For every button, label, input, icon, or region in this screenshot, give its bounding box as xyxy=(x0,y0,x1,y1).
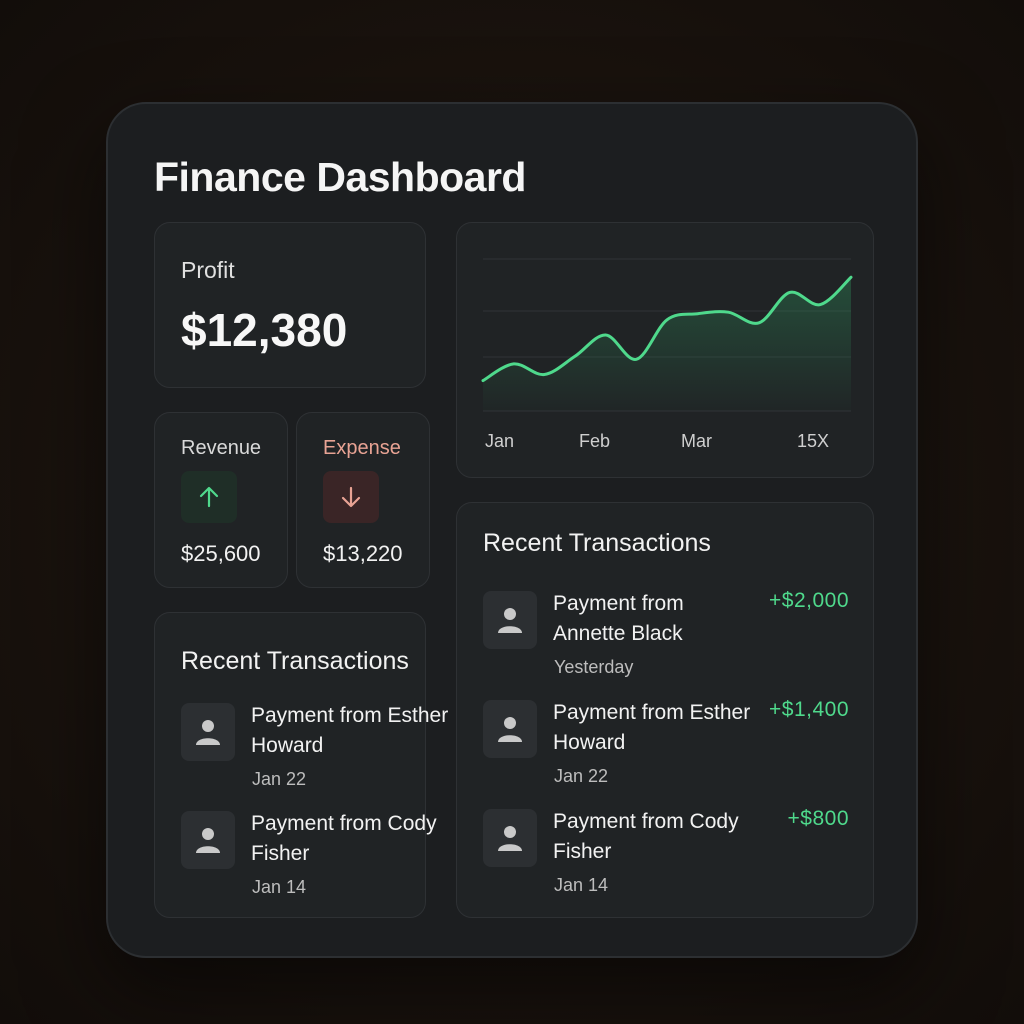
avatar xyxy=(483,591,537,649)
transaction-date: Yesterday xyxy=(554,657,634,677)
avatar xyxy=(181,703,235,761)
transaction-date: Jan 22 xyxy=(252,769,307,789)
arrow-down-icon xyxy=(323,471,379,523)
expense-amount: $13,220 xyxy=(323,541,403,566)
section-title: Recent Transactions xyxy=(181,647,409,675)
expense-card[interactable]: Expense $13,220 xyxy=(296,412,430,588)
profit-value: $12,380 xyxy=(181,304,348,356)
revenue-card[interactable]: Revenue $25,600 xyxy=(154,412,288,588)
x-tick-label: 15X xyxy=(797,431,830,451)
profit-label: Profit xyxy=(181,257,235,283)
expense-label: Expense xyxy=(323,437,401,459)
avatar xyxy=(483,809,537,867)
transaction-name: Payment from Cody Fisher xyxy=(553,810,739,863)
arrow-up-icon xyxy=(181,471,237,523)
x-tick-label: Jan xyxy=(485,431,515,451)
revenue-chart[interactable]: Jan Feb Mar 15X xyxy=(456,222,874,478)
transaction-amount: +$800 xyxy=(787,807,849,830)
avatar xyxy=(181,811,235,869)
section-title: Recent Transactions xyxy=(483,529,711,557)
user-icon xyxy=(196,720,220,745)
transaction-amount: +$1,400 xyxy=(769,698,849,721)
transaction-date: Jan 14 xyxy=(554,875,609,895)
revenue-label: Revenue xyxy=(181,437,262,459)
chart-area xyxy=(483,277,851,411)
transaction-date: Jan 14 xyxy=(252,877,307,897)
recent-transactions-large: Recent Transactions Payment from Annette… xyxy=(456,502,874,918)
dashboard-window: Finance Dashboard Profit $12,380 Revenue… xyxy=(106,102,918,958)
x-tick-label: Mar xyxy=(681,431,712,451)
user-icon xyxy=(498,826,522,851)
page-title: Finance Dashboard xyxy=(154,154,526,200)
user-icon xyxy=(196,828,220,853)
profit-card[interactable]: Profit $12,380 xyxy=(154,222,426,388)
transaction-name: Payment from Cody Fisher xyxy=(251,812,437,865)
avatar xyxy=(483,700,537,758)
recent-transactions-small: Recent Transactions Payment from Esther … xyxy=(154,612,448,918)
user-icon xyxy=(498,717,522,742)
transaction-date: Jan 22 xyxy=(554,766,609,786)
revenue-amount: $25,600 xyxy=(181,541,261,566)
transaction-name: Payment from Annette Black xyxy=(553,592,684,645)
user-icon xyxy=(498,608,522,633)
x-tick-label: Feb xyxy=(579,431,611,451)
transaction-name: Payment from Esther Howard xyxy=(251,704,449,757)
transaction-amount: +$2,000 xyxy=(769,589,849,612)
transaction-name: Payment from Esther Howard xyxy=(553,701,751,754)
